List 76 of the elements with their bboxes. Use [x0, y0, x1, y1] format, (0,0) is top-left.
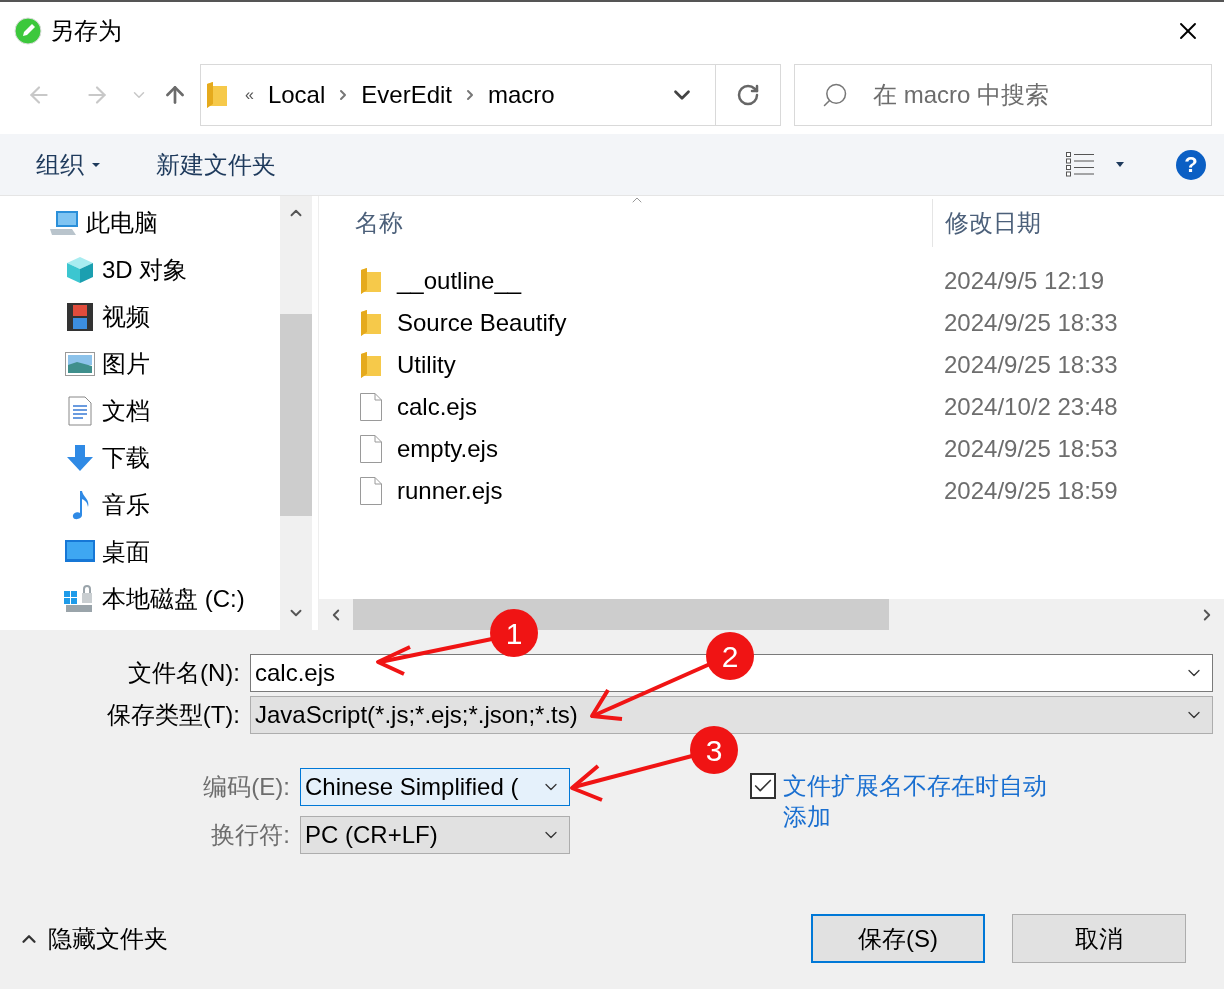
file-row[interactable]: runner.ejs 2024/9/25 18:59 — [319, 470, 1224, 512]
modified-date: 2024/10/2 23:48 — [944, 392, 1118, 422]
column-header[interactable]: 修改日期 — [945, 205, 1041, 241]
new-folder-button[interactable]: 新建文件夹 — [156, 146, 276, 183]
breadcrumb[interactable]: Local — [267, 77, 326, 113]
file-name: Source Beautify — [397, 308, 568, 338]
organize-button[interactable]: 组织 — [36, 146, 100, 183]
file-row[interactable]: calc.ejs 2024/10/2 23:48 — [319, 386, 1224, 428]
file-name: runner.ejs — [397, 476, 504, 506]
modified-date: 2024/9/25 18:53 — [944, 434, 1118, 464]
file-row[interactable]: empty.ejs 2024/9/25 18:53 — [319, 428, 1224, 470]
document-icon — [68, 395, 92, 426]
dropdown-field[interactable]: Chinese Simplified ( — [300, 768, 570, 806]
sidebar-item[interactable]: 3D 对象 — [0, 246, 280, 293]
file-name: __outline__ — [397, 266, 523, 296]
address-bar[interactable]: « Local EverEdit macro — [200, 64, 716, 126]
checkbox[interactable] — [750, 773, 776, 799]
cube-icon — [65, 254, 95, 285]
column-header[interactable]: 名称 — [355, 205, 932, 241]
vertical-scrollbar[interactable] — [280, 196, 312, 630]
dialog-button[interactable]: 取消 — [1012, 914, 1186, 963]
sidebar-item[interactable]: 文档 — [0, 387, 280, 434]
computer-icon — [48, 208, 80, 237]
dropdown-field[interactable]: JavaScript(*.js;*.ejs;*.json;*.ts) — [250, 696, 1213, 734]
file-row[interactable]: Utility 2024/9/25 18:33 — [319, 344, 1224, 386]
pencil-app-icon — [14, 17, 42, 45]
file-name: empty.ejs — [397, 434, 499, 464]
scrollbar-thumb[interactable] — [280, 314, 312, 516]
image-icon — [65, 351, 95, 376]
search-icon — [821, 81, 849, 109]
file-name: calc.ejs — [397, 392, 479, 422]
file-icon — [360, 435, 382, 463]
sidebar-item[interactable]: 视频 — [0, 293, 280, 340]
help-button[interactable]: ? — [1176, 149, 1206, 180]
folder-icon — [207, 82, 227, 108]
file-icon — [360, 393, 382, 421]
sidebar-item[interactable]: 音乐 — [0, 481, 280, 528]
field-label: 编码(E): — [202, 772, 290, 802]
field-label: 换行符: — [210, 820, 290, 850]
dialog-button[interactable]: 保存(S) — [811, 914, 985, 963]
dropdown-field[interactable]: PC (CR+LF) — [300, 816, 570, 854]
caret-icon — [1116, 162, 1124, 167]
folder-icon — [361, 310, 381, 336]
modified-date: 2024/9/5 12:19 — [944, 266, 1105, 296]
sidebar-item[interactable]: 图片 — [0, 340, 280, 387]
breadcrumb[interactable]: macro — [488, 77, 555, 113]
sidebar-item[interactable]: 此电脑 — [0, 199, 280, 246]
modified-date: 2024/9/25 18:33 — [944, 350, 1118, 380]
refresh-button[interactable] — [716, 64, 781, 126]
search-input[interactable]: 在 macro 中搜索 — [873, 77, 1211, 113]
view-options-button[interactable] — [1066, 151, 1124, 178]
caret-icon — [92, 162, 100, 167]
file-name: Utility — [397, 350, 457, 380]
desktop-icon — [65, 539, 95, 564]
checkbox-label[interactable]: 文件扩展名不存在时自动添加 — [783, 770, 1051, 832]
download-icon — [66, 443, 94, 472]
file-row[interactable]: Source Beautify 2024/9/25 18:33 — [319, 302, 1224, 344]
search-field[interactable]: 在 macro 中搜索 — [794, 64, 1212, 126]
sidebar-item[interactable]: 桌面 — [0, 528, 280, 575]
refresh-icon — [736, 83, 760, 107]
folder-icon — [361, 268, 381, 294]
field-label: 保存类型(T): — [105, 700, 240, 730]
sidebar-item[interactable]: 下载 — [0, 434, 280, 481]
modified-date: 2024/9/25 18:33 — [944, 308, 1118, 338]
modified-date: 2024/9/25 18:59 — [944, 476, 1118, 506]
overflow-chevrons[interactable]: « — [245, 83, 254, 107]
folder-icon — [361, 352, 381, 378]
breadcrumb[interactable]: EverEdit — [361, 77, 452, 113]
details-view-icon — [1066, 151, 1094, 178]
hide-folders-toggle[interactable]: 隐藏文件夹 — [18, 920, 168, 957]
file-row[interactable]: __outline__ 2024/9/5 12:19 — [319, 260, 1224, 302]
file-icon — [360, 477, 382, 505]
field-label: 文件名(N): — [127, 658, 240, 688]
film-icon — [67, 302, 93, 331]
window-title: 另存为 — [50, 16, 122, 46]
sidebar-item[interactable]: 本地磁盘 (C:) — [0, 575, 280, 622]
